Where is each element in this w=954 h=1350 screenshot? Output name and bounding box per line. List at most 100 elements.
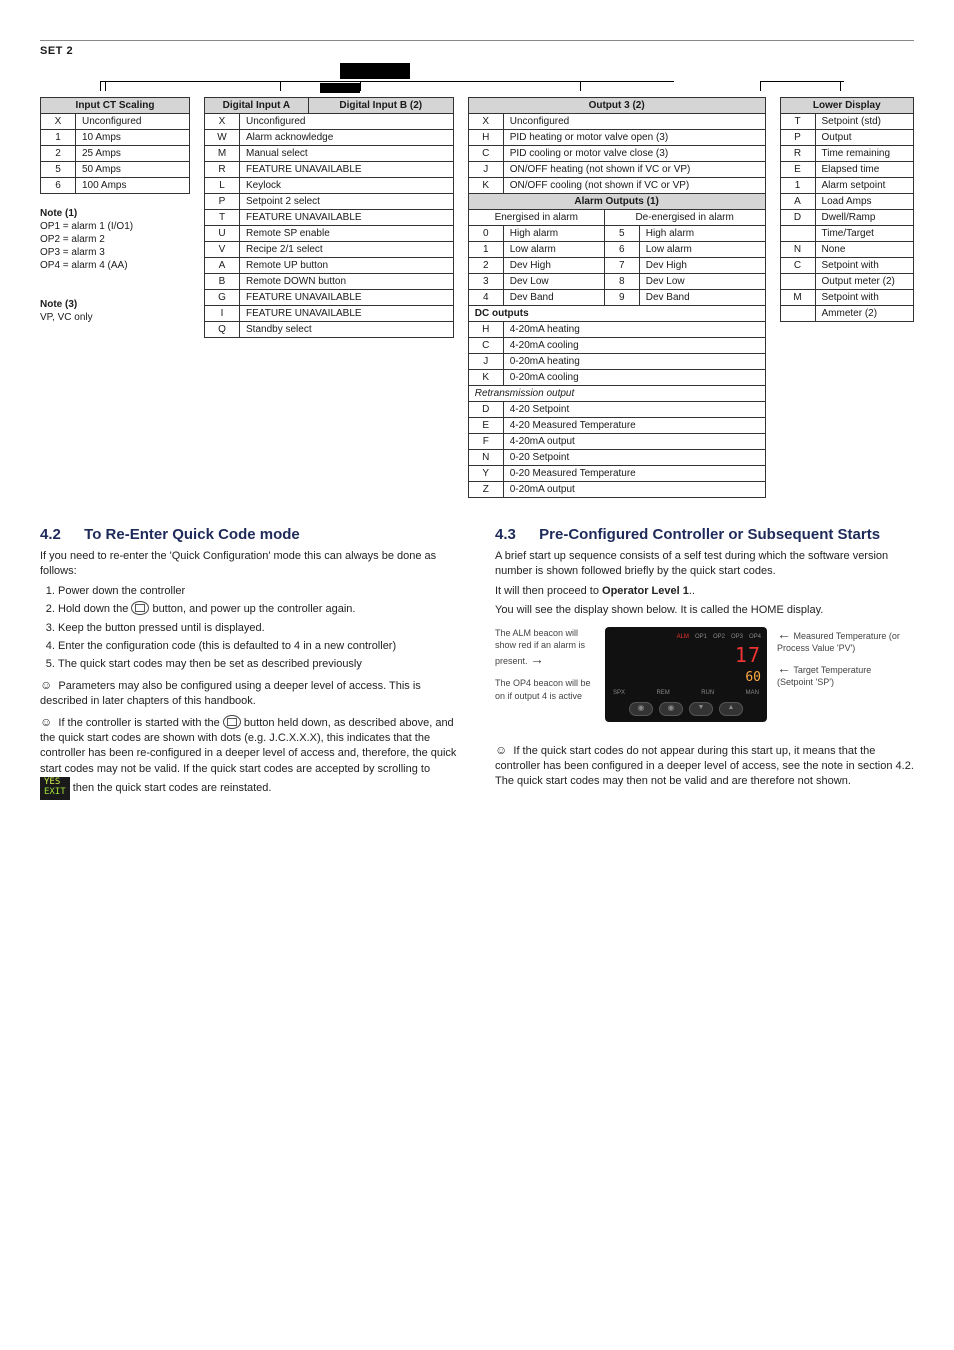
device-scroll-button <box>659 702 683 716</box>
controller-device: ALM OP1 OP2 OP3 OP4 17 60 SPX REM RUN MA… <box>605 627 767 722</box>
list-item: The quick start codes may then be set as… <box>58 657 459 672</box>
retransmission-title: Retransmission output <box>468 386 765 402</box>
section-43-heading: 4.3 Pre-Configured Controller or Subsequ… <box>495 526 914 543</box>
set-heading: SET 2 <box>40 45 914 57</box>
table-ct-scaling: Input CT Scaling XUnconfigured 110 Amps … <box>40 97 190 194</box>
section-number: 4.2 <box>40 526 80 543</box>
mode-label: MAN <box>746 689 759 697</box>
table-row: JON/OFF heating (not shown if VC or VP) <box>468 162 765 178</box>
table-row: 550 Amps <box>41 162 190 178</box>
table-output3: Output 3 (2) XUnconfigured HPID heating … <box>468 97 766 498</box>
table-row: 6100 Amps <box>41 178 190 194</box>
device-up-button <box>719 702 743 716</box>
section-title: Pre-Configured Controller or Subsequent … <box>539 526 880 543</box>
table-row: IFEATURE UNAVAILABLE <box>205 306 454 322</box>
section-42-steps: Power down the controller Hold down the … <box>58 584 459 673</box>
sp-readout: 60 <box>611 669 761 687</box>
section-title: To Re-Enter Quick Code mode <box>84 526 300 543</box>
digital-b-title: Digital Input B (2) <box>308 98 453 114</box>
mode-label: SPX <box>613 689 625 697</box>
table-row: XUnconfigured <box>468 114 765 130</box>
table-ct-title: Input CT Scaling <box>41 98 190 114</box>
section-43-p2: It will then proceed to Operator Level 1… <box>495 584 914 599</box>
table-row: DDwell/Ramp <box>780 210 914 226</box>
table-row: XUnconfigured <box>205 114 454 130</box>
notes-block: Note (1) OP1 = alarm 1 (I/O1) OP2 = alar… <box>40 208 190 323</box>
device-page-button <box>629 702 653 716</box>
table-row: KON/OFF cooling (not shown if VC or VP) <box>468 178 765 194</box>
table-row: QStandby select <box>205 322 454 338</box>
note-line: OP3 = alarm 3 <box>40 247 190 258</box>
note-line: OP1 = alarm 1 (I/O1) <box>40 221 190 232</box>
led-op4: OP4 <box>749 633 761 641</box>
table-row: Ammeter (2) <box>780 306 914 322</box>
table-digital-inputs: Digital Input A Digital Input B (2) XUnc… <box>204 97 454 338</box>
table-row: F4-20mA output <box>468 434 765 450</box>
led-op3: OP3 <box>731 633 743 641</box>
note-3-head: Note (3) <box>40 299 190 310</box>
table-row: CSetpoint with <box>780 258 914 274</box>
exit-badge-icon: YESEXIT <box>40 777 70 800</box>
table-row: GFEATURE UNAVAILABLE <box>205 290 454 306</box>
annotation-right: ← Measured Temperature (or Process Value… <box>777 627 907 689</box>
table-row: RFEATURE UNAVAILABLE <box>205 162 454 178</box>
table-row: 1Alarm setpoint <box>780 178 914 194</box>
table-row: POutput <box>780 130 914 146</box>
mode-label: RUN <box>701 689 714 697</box>
table-row: N0-20 Setpoint <box>468 450 765 466</box>
pv-readout: 17 <box>611 641 761 669</box>
table-row: C4-20mA cooling <box>468 338 765 354</box>
table-row: ALoad Amps <box>780 194 914 210</box>
table-row: Z0-20mA output <box>468 482 765 498</box>
smiley-icon: ☺ <box>40 678 52 692</box>
dc-outputs-title: DC outputs <box>468 306 765 322</box>
table-row: NNone <box>780 242 914 258</box>
alarm-energised: Energised in alarm <box>468 210 604 226</box>
table-row: 3Dev Low8Dev Low <box>468 274 765 290</box>
list-item: Power down the controller <box>58 584 459 599</box>
note-1-head: Note (1) <box>40 208 190 219</box>
section-42-para2: ☺ If the controller is started with the … <box>40 714 459 800</box>
table-row: URemote SP enable <box>205 226 454 242</box>
table-row: K0-20mA cooling <box>468 370 765 386</box>
note-line: VP, VC only <box>40 312 190 323</box>
led-alm: ALM <box>677 633 689 641</box>
list-item: Hold down the button, and power up the c… <box>58 602 459 617</box>
table-row: TSetpoint (std) <box>780 114 914 130</box>
table-row: VRecipe 2/1 select <box>205 242 454 258</box>
table-row: CPID cooling or motor valve close (3) <box>468 146 765 162</box>
table-row: 4Dev Band9Dev Band <box>468 290 765 306</box>
annotation-op4: The OP4 beacon will be on if output 4 is… <box>495 677 595 702</box>
table-row: Time/Target <box>780 226 914 242</box>
section-43-p1: A brief start up sequence consists of a … <box>495 549 914 580</box>
table-row: D4-20 Setpoint <box>468 402 765 418</box>
section-43-p4: ☺ If the quick start codes do not appear… <box>495 742 914 790</box>
section-42-intro: If you need to re-enter the 'Quick Confi… <box>40 549 459 580</box>
table-row: E4-20 Measured Temperature <box>468 418 765 434</box>
table-row: 225 Amps <box>41 146 190 162</box>
table-row: J0-20mA heating <box>468 354 765 370</box>
digital-a-title: Digital Input A <box>205 98 309 114</box>
table-row: ARemote UP button <box>205 258 454 274</box>
table-row: Y0-20 Measured Temperature <box>468 466 765 482</box>
device-figure: The ALM beacon will show red if an alarm… <box>495 627 914 722</box>
table-row: EElapsed time <box>780 162 914 178</box>
section-number: 4.3 <box>495 526 535 543</box>
table-row: TFEATURE UNAVAILABLE <box>205 210 454 226</box>
output3-title: Output 3 (2) <box>468 98 765 114</box>
table-row: 0High alarm5High alarm <box>468 226 765 242</box>
smiley-icon: ☺ <box>495 743 507 757</box>
smiley-icon: ☺ <box>40 715 52 729</box>
table-row: BRemote DOWN button <box>205 274 454 290</box>
device-down-button <box>689 702 713 716</box>
table-row: XUnconfigured <box>41 114 190 130</box>
table-row: PSetpoint 2 select <box>205 194 454 210</box>
table-row: LKeylock <box>205 178 454 194</box>
list-item: Enter the configuration code (this is de… <box>58 639 459 654</box>
table-row: WAlarm acknowledge <box>205 130 454 146</box>
page-button-icon <box>131 601 149 615</box>
section-42-para1: ☺ Parameters may also be configured usin… <box>40 677 459 710</box>
note-line: OP2 = alarm 2 <box>40 234 190 245</box>
table-row: 110 Amps <box>41 130 190 146</box>
rail-diagram <box>40 63 914 93</box>
